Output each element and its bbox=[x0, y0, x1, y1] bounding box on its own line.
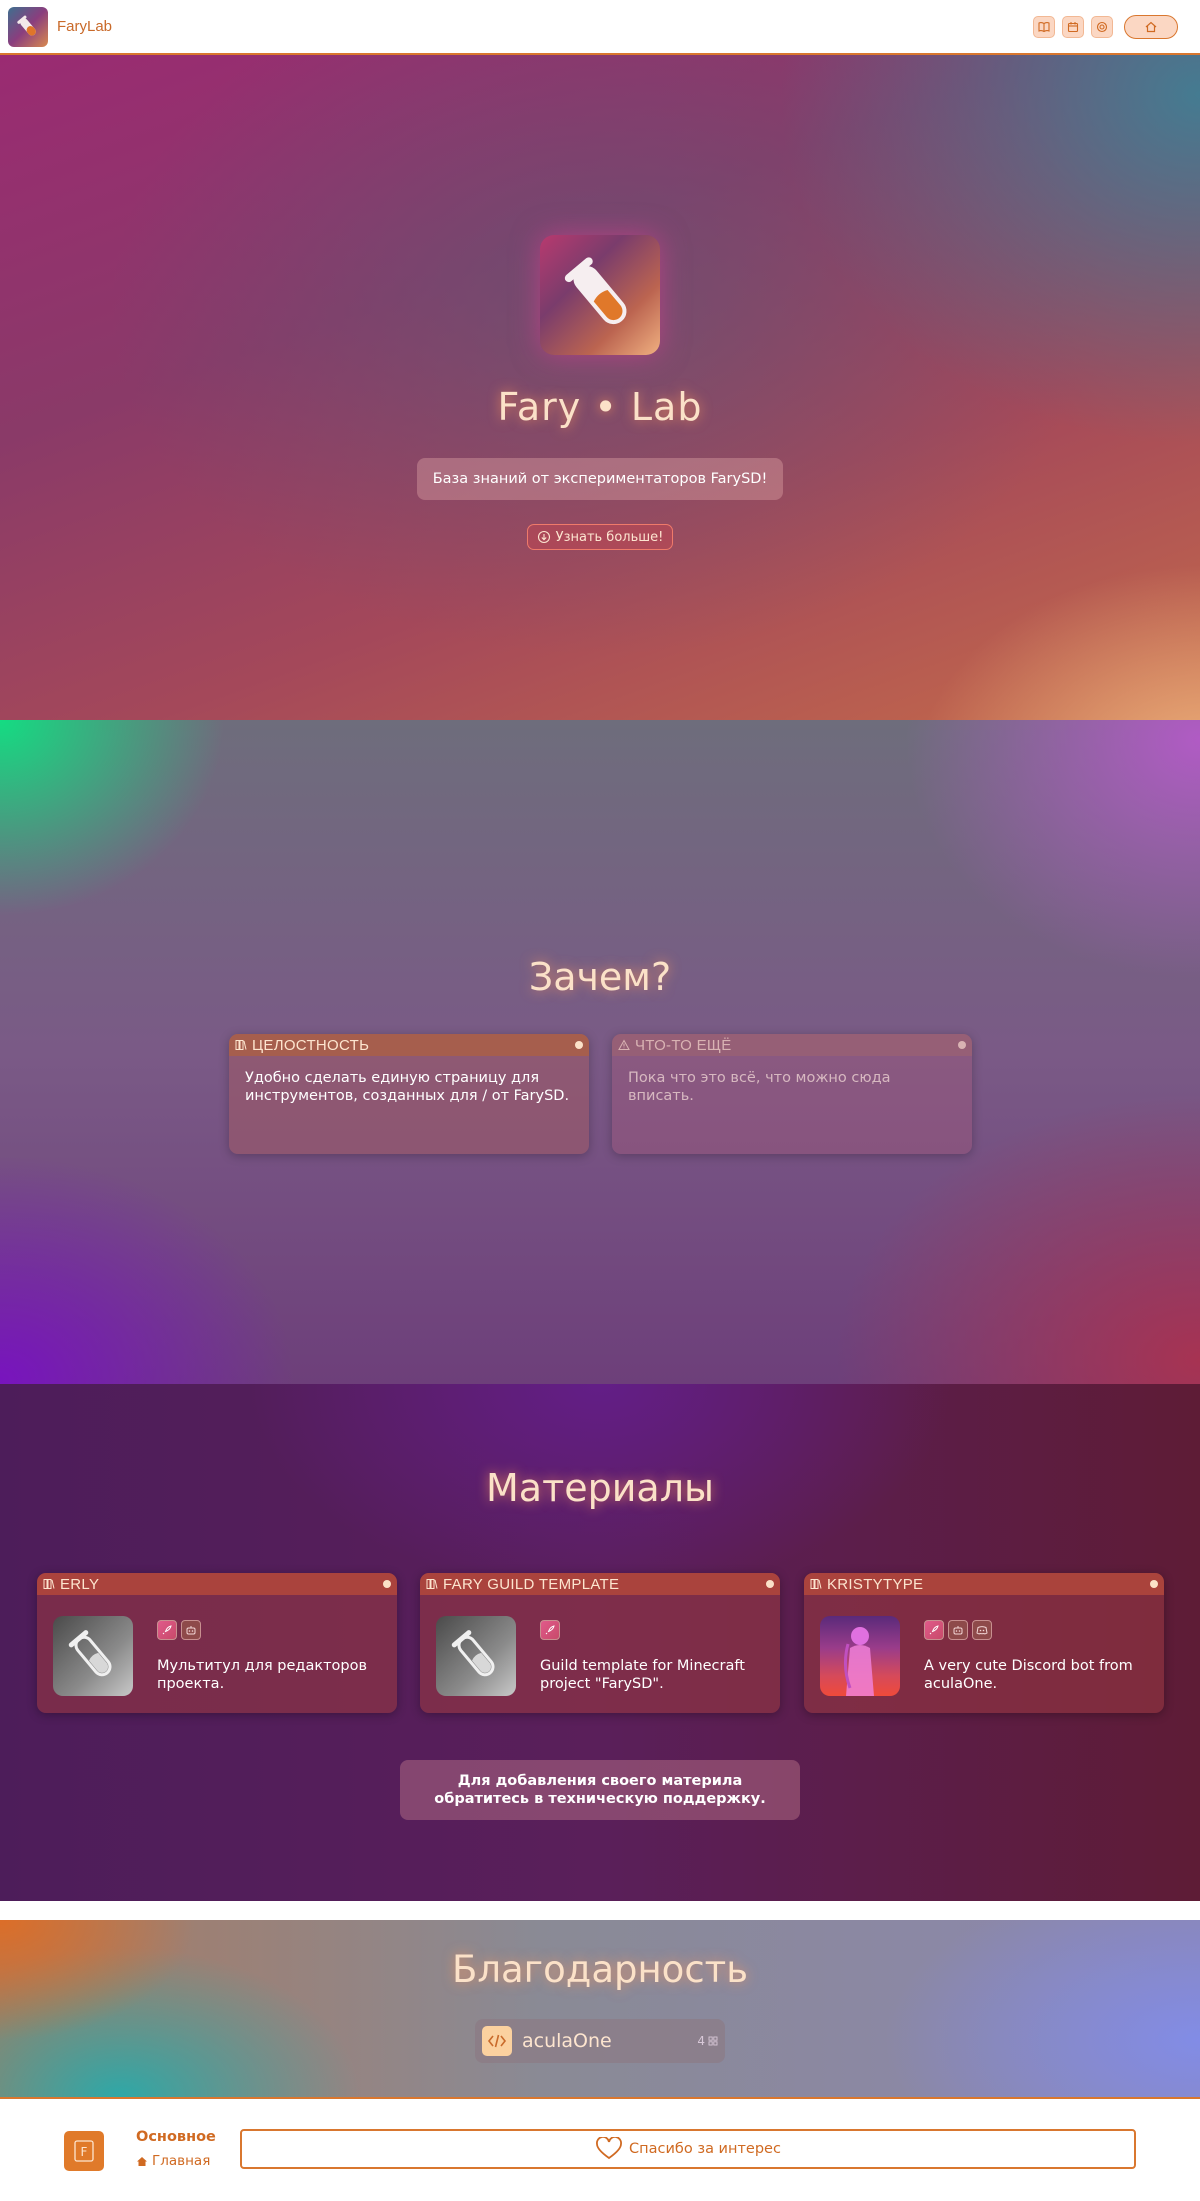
footer-home-link[interactable]: Главная bbox=[136, 2153, 210, 2169]
status-dot bbox=[958, 1041, 966, 1049]
status-dot bbox=[575, 1041, 583, 1049]
card-header: FARY GUILD TEMPLATE bbox=[420, 1573, 780, 1595]
book-icon bbox=[1038, 21, 1050, 32]
thanks-title: Благодарность bbox=[451, 1948, 749, 1991]
material-card-fary-guild-template[interactable]: FARY GUILD TEMPLATE Guild template for M… bbox=[420, 1573, 780, 1713]
material-tags bbox=[540, 1620, 560, 1640]
material-tags bbox=[924, 1620, 992, 1640]
learn-more-button[interactable]: Узнать больше! bbox=[527, 524, 673, 550]
card-header: KRISTYTYPE bbox=[804, 1573, 1164, 1595]
footer: F Основное Главная Спасибо за интерес bbox=[0, 2097, 1200, 2201]
card-heading: KRISTYTYPE bbox=[827, 1575, 924, 1593]
feature-card-other: ЧТО-ТО ЕЩЁ Пока что это всё, что можно с… bbox=[612, 1034, 972, 1154]
material-description: Мультитул для редакторов проекта. bbox=[157, 1658, 368, 1692]
rocket-icon bbox=[924, 1620, 944, 1640]
card-header: ERLY bbox=[37, 1573, 397, 1595]
card-heading: ЦЕЛОСТНОСТЬ bbox=[252, 1036, 370, 1054]
material-thumbnail bbox=[436, 1616, 516, 1696]
hero-subtitle: База знаний от экспериментаторов FarySD! bbox=[417, 458, 783, 500]
character-silhouette-icon bbox=[843, 1627, 874, 1696]
header-actions bbox=[1033, 14, 1178, 39]
rocket-icon bbox=[157, 1620, 177, 1640]
hero-title: Fary • Lab bbox=[497, 385, 703, 429]
bot-icon bbox=[181, 1620, 201, 1640]
grid-icon bbox=[708, 2036, 718, 2046]
card-header: ЦЕЛОСТНОСТЬ bbox=[229, 1034, 589, 1056]
footer-section-title: Основное bbox=[136, 2129, 216, 2145]
library-icon bbox=[235, 1039, 248, 1052]
library-icon bbox=[810, 1578, 823, 1591]
contributor-count-value: 4 bbox=[697, 2034, 705, 2048]
material-description: A very cute Discord bot from aculaOne. bbox=[924, 1658, 1133, 1692]
materials-support-note: Для добавления своего материла обратитес… bbox=[400, 1760, 800, 1820]
flask-icon bbox=[451, 1630, 495, 1677]
footer-home-label: Главная bbox=[152, 2153, 211, 2169]
footer-logo[interactable]: F bbox=[64, 2131, 104, 2171]
flask-icon bbox=[68, 1630, 112, 1677]
f-logo-icon: F bbox=[74, 2140, 94, 2162]
library-icon bbox=[43, 1578, 56, 1591]
calendar-button[interactable] bbox=[1062, 15, 1084, 38]
material-description: Guild template for Minecraft project "Fa… bbox=[540, 1658, 745, 1692]
home-button[interactable] bbox=[1124, 14, 1178, 39]
status-dot bbox=[383, 1580, 391, 1588]
arrow-down-circle-icon bbox=[537, 530, 550, 544]
thanks-for-interest-button[interactable]: Спасибо за интерес bbox=[240, 2129, 1136, 2169]
hero-section: Fary • Lab База знаний от экспериментато… bbox=[0, 55, 1200, 720]
thanks-button-label: Спасибо за интерес bbox=[629, 2141, 781, 2157]
status-dot bbox=[766, 1580, 774, 1588]
contributor-count: 4 bbox=[697, 2034, 718, 2048]
card-heading: ERLY bbox=[60, 1575, 100, 1593]
home-icon bbox=[1145, 21, 1157, 32]
home-icon bbox=[137, 2156, 147, 2166]
warning-icon bbox=[618, 1039, 631, 1052]
material-tags bbox=[157, 1620, 201, 1640]
material-card-kristytype[interactable]: KRISTYTYPE A very cute Discord bot from … bbox=[804, 1573, 1164, 1713]
contributor-name: aculaOne bbox=[522, 2030, 612, 2052]
code-icon bbox=[482, 2026, 512, 2056]
book-button[interactable] bbox=[1033, 15, 1055, 38]
library-icon bbox=[426, 1578, 439, 1591]
calendar-icon bbox=[1067, 21, 1079, 32]
discord-icon bbox=[972, 1620, 992, 1640]
rocket-icon bbox=[540, 1620, 560, 1640]
flask-icon bbox=[564, 257, 627, 325]
card-heading: ЧТО-ТО ЕЩЁ bbox=[635, 1036, 732, 1054]
contributor-card[interactable]: aculaOne 4 bbox=[475, 2019, 725, 2063]
target-button[interactable] bbox=[1091, 15, 1113, 38]
card-heading: FARY GUILD TEMPLATE bbox=[443, 1575, 620, 1593]
material-card-erly[interactable]: ERLY Мультитул для редакторов проекта. bbox=[37, 1573, 397, 1713]
bot-icon bbox=[948, 1620, 968, 1640]
svg-text:F: F bbox=[81, 2145, 88, 2159]
material-avatar-image bbox=[820, 1616, 900, 1696]
feature-card-integrity: ЦЕЛОСТНОСТЬ Удобно сделать единую страни… bbox=[229, 1034, 589, 1154]
top-navigation-bar: FaryLab bbox=[0, 0, 1200, 55]
flask-icon bbox=[17, 15, 36, 36]
brand-name[interactable]: FaryLab bbox=[57, 18, 112, 35]
thanks-section: Благодарность aculaOne 4 bbox=[0, 1920, 1200, 2097]
materials-section: Материалы ERLY Мультитул для редакторов … bbox=[0, 1384, 1200, 1901]
learn-more-label: Узнать больше! bbox=[555, 529, 664, 545]
brand-logo[interactable] bbox=[8, 6, 48, 47]
materials-title: Материалы bbox=[486, 1466, 714, 1510]
card-header: ЧТО-ТО ЕЩЁ bbox=[612, 1034, 972, 1056]
card-text: Удобно сделать единую страницу для инстр… bbox=[245, 1070, 570, 1104]
why-title: Зачем? bbox=[528, 955, 672, 999]
heart-icon bbox=[596, 2137, 622, 2160]
card-text: Пока что это всё, что можно сюда вписать… bbox=[628, 1070, 891, 1104]
why-section: Зачем? ЦЕЛОСТНОСТЬ Удобно сделать единую… bbox=[0, 720, 1200, 1384]
status-dot bbox=[1150, 1580, 1158, 1588]
material-thumbnail bbox=[53, 1616, 133, 1696]
target-icon bbox=[1096, 21, 1108, 32]
hero-logo bbox=[540, 235, 660, 355]
